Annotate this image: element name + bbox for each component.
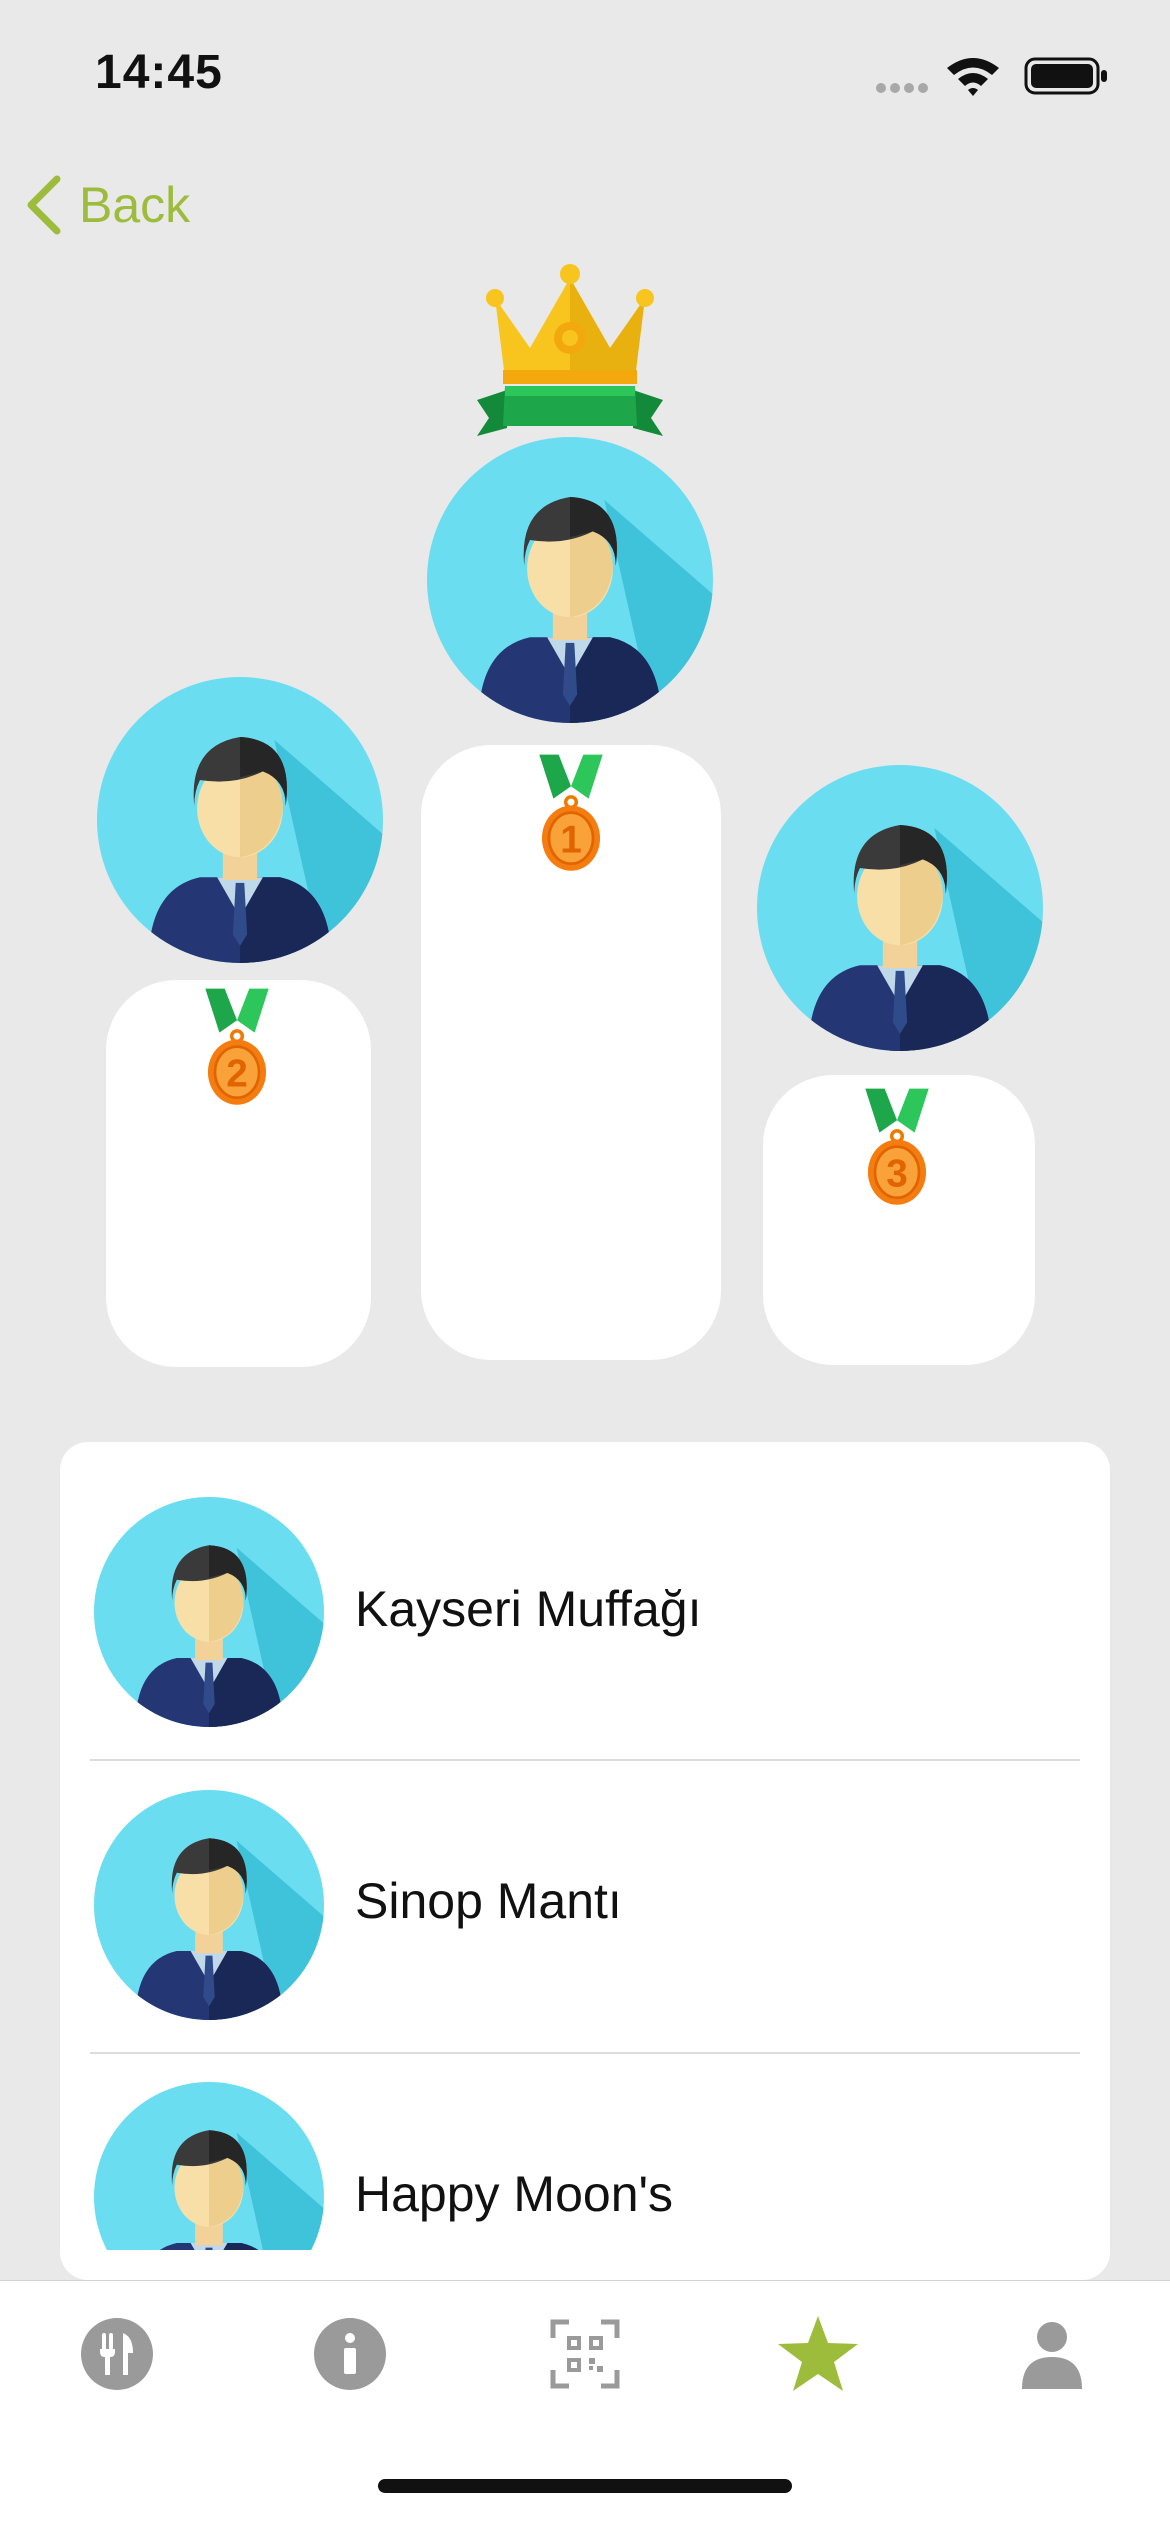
svg-text:3: 3 [886, 1152, 908, 1195]
status-icons [875, 50, 1115, 100]
avatar-icon [94, 1790, 324, 2020]
tab-restaurant[interactable] [72, 2309, 162, 2399]
qr-scan-icon [550, 2319, 620, 2389]
podium-second-avatar-icon [97, 677, 383, 963]
avatar-icon [94, 1497, 324, 1727]
crown-icon [477, 264, 663, 436]
status-bar: 14:45 [0, 0, 1170, 140]
battery-icon [1024, 57, 1107, 95]
tab-leaderboard[interactable] [773, 2309, 863, 2399]
svg-text:1: 1 [560, 818, 582, 861]
back-label: Back [79, 177, 191, 233]
list-item[interactable]: Happy Moon's [60, 2027, 1110, 2280]
profile-icon [1022, 2322, 1082, 2389]
medal-first-icon: 1 [537, 752, 605, 873]
tab-profile[interactable] [1007, 2309, 1097, 2399]
medal-second-icon: 2 [203, 986, 271, 1107]
list-item-name: Happy Moon's [355, 2166, 674, 2222]
avatar-icon [94, 2082, 324, 2250]
podium-first-avatar-icon [427, 437, 713, 723]
leaderboard-list: Kayseri Muffağı Sinop Mantı Happy Moon's [60, 1442, 1110, 2280]
avatar [94, 2082, 324, 2250]
list-item-name: Kayseri Muffağı [355, 1581, 702, 1637]
list-item-name: Sinop Mantı [355, 1873, 622, 1929]
tab-qr-scan[interactable] [540, 2309, 630, 2399]
back-button[interactable]: Back [25, 170, 190, 240]
svg-text:2: 2 [226, 1052, 248, 1095]
list-item[interactable]: Sinop Mantı [60, 1734, 1110, 2024]
podium-third-avatar-icon [757, 765, 1043, 1051]
tab-info[interactable] [305, 2309, 395, 2399]
list-item[interactable]: Kayseri Muffağı [60, 1442, 1110, 1732]
home-indicator [378, 2479, 792, 2493]
status-time: 14:45 [95, 46, 223, 99]
chevron-left-icon [27, 175, 61, 235]
signal-icon [876, 83, 928, 93]
tab-bar [0, 2280, 1170, 2533]
medal-third-icon: 3 [863, 1086, 931, 1207]
wifi-icon [947, 58, 999, 96]
star-icon [778, 2316, 858, 2391]
restaurant-icon [81, 2318, 153, 2390]
info-icon [314, 2318, 386, 2390]
